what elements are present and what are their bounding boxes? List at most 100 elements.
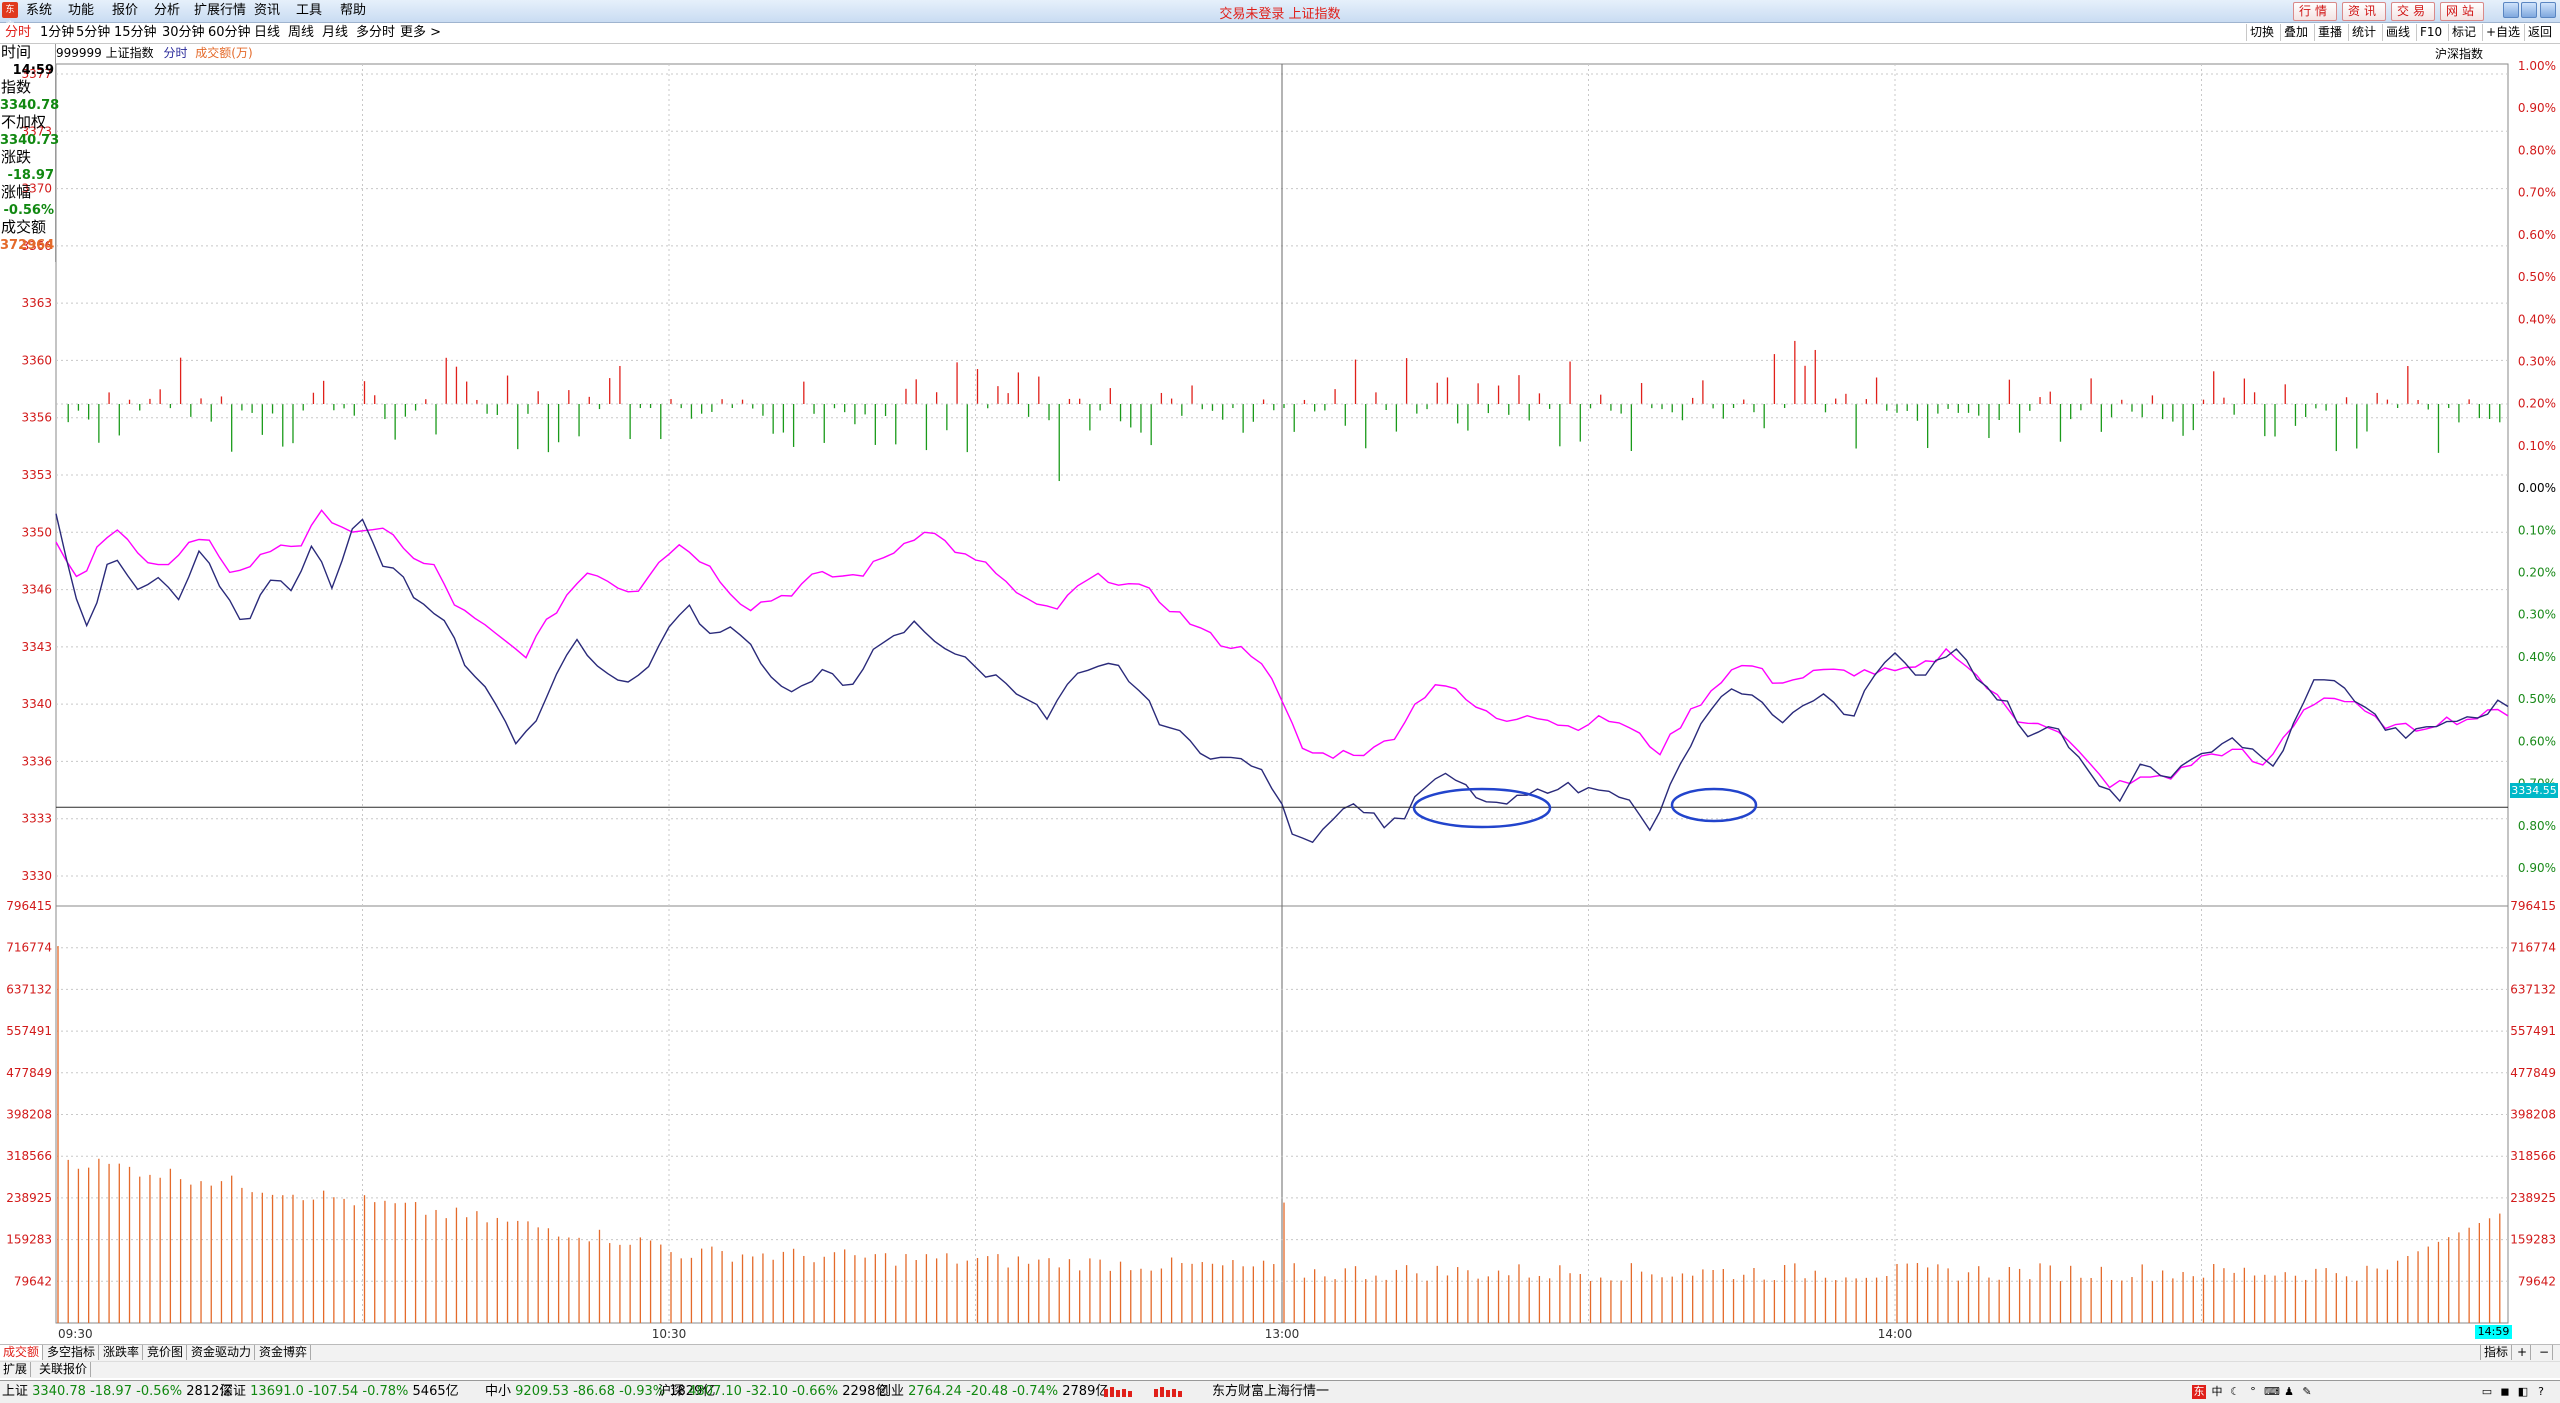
time-axis-label: 09:30 xyxy=(58,1327,93,1341)
zoom-in-button[interactable]: + xyxy=(2514,1345,2532,1360)
volume-tick-label-left: 238925 xyxy=(6,1191,52,1205)
volume-tick-label-right: 398208 xyxy=(2510,1108,2556,1122)
volume-tick-label-left: 398208 xyxy=(6,1108,52,1122)
change-label: 涨跌 xyxy=(1,148,32,166)
pct-tick-label: 0.90% xyxy=(2518,101,2556,115)
pct-tick-label: 0.20% xyxy=(2518,397,2556,411)
time-label: 时间 xyxy=(1,43,32,61)
volume-tick-label-left: 477849 xyxy=(6,1066,52,1080)
price-tick-label: 3333 xyxy=(21,812,52,826)
layout-icon[interactable]: ▭ xyxy=(2480,1385,2494,1399)
ime-icon[interactable]: 中 xyxy=(2210,1385,2224,1399)
volume-tick-label-left: 716774 xyxy=(6,941,52,955)
tab-long-short[interactable]: 多空指标 xyxy=(44,1345,100,1360)
time-axis-label: 13:00 xyxy=(1265,1327,1300,1341)
market-index-selector[interactable]: 沪深指数 xyxy=(2435,45,2483,62)
pct-tick-label: 0.20% xyxy=(2518,566,2556,580)
volume-tick-label-left: 557491 xyxy=(6,1024,52,1038)
tab-fund-game[interactable]: 资金博弈 xyxy=(256,1345,312,1360)
moon-icon[interactable]: ☾ xyxy=(2228,1385,2242,1399)
unweighted-label: 不加权 xyxy=(1,113,47,131)
price-tick-label: 3350 xyxy=(21,525,52,539)
time-value: 14:59 xyxy=(12,63,54,78)
pct-tick-label: 0.50% xyxy=(2518,270,2556,284)
pct-change-label: 涨幅 xyxy=(1,183,32,201)
price-tick-label: 3340 xyxy=(21,697,52,711)
volume-tick-label-right: 477849 xyxy=(2510,1066,2556,1080)
indicator-button[interactable]: 指标 xyxy=(2480,1345,2513,1360)
zoom-out-button[interactable]: − xyxy=(2536,1345,2554,1360)
volume-tick-label-right: 637132 xyxy=(2510,982,2556,996)
intraday-chart: 3377337333703366336333603356335333503346… xyxy=(6,59,2556,1341)
annotation-circle xyxy=(1670,787,1758,823)
volume-tick-label-left: 318566 xyxy=(6,1149,52,1163)
pct-tick-label: 0.50% xyxy=(2518,692,2556,706)
symbol-name: 999999 上证指数 xyxy=(56,46,154,60)
price-tick-label: 3363 xyxy=(21,296,52,310)
index-label: 指数 xyxy=(1,78,32,96)
price-tick-label: 3343 xyxy=(21,640,52,654)
pct-tick-label: 0.60% xyxy=(2518,228,2556,242)
window-controls-tray: ▭ ◼ ◧? xyxy=(2480,1382,2552,1402)
amount-value: 372964 xyxy=(0,238,55,253)
price-tick-label: 3336 xyxy=(21,754,52,768)
current-price-marker: 3334.55 xyxy=(2510,783,2558,798)
volume-tick-label-left: 637132 xyxy=(6,982,52,996)
tab-fund-drive[interactable]: 资金驱动力 xyxy=(188,1345,256,1360)
pct-change-value: -0.56% xyxy=(3,203,55,218)
status-hs300-index[interactable]: 沪深 4807.10 -32.10 -0.66% 2298亿 xyxy=(658,1382,888,1402)
amount-label: 成交额 xyxy=(1,218,47,236)
price-tick-label: 3356 xyxy=(21,411,52,425)
tab-related-quotes[interactable]: 关联报价 xyxy=(36,1362,92,1377)
status-sh-index[interactable]: 上证 3340.78 -18.97 -0.56% 2812亿 xyxy=(2,1382,232,1402)
chart-header: 999999 上证指数 分时 成交额(万) xyxy=(56,45,253,61)
market-breadth-icon xyxy=(1102,1382,1202,1402)
keyboard-icon[interactable]: ⌨ xyxy=(2264,1385,2280,1399)
user-icon[interactable]: ♟ xyxy=(2282,1385,2296,1399)
time-axis-label: 10:30 xyxy=(652,1327,687,1341)
app-tray-icon[interactable]: 东 xyxy=(2192,1384,2206,1399)
pct-tick-label: 0.40% xyxy=(2518,650,2556,664)
status-chinext-index[interactable]: 创业 2764.24 -20.48 -0.74% 2789亿 xyxy=(878,1382,1108,1402)
volume-tick-label-right: 716774 xyxy=(2510,941,2556,955)
system-tray: 东中 ☾ ° ⌨ ♟ ✎ xyxy=(2192,1382,2318,1402)
volume-tick-label-right: 796415 xyxy=(2510,899,2556,913)
volume-tick-label-right: 238925 xyxy=(2510,1191,2556,1205)
price-tick-label: 3360 xyxy=(21,353,52,367)
pct-tick-label: 0.80% xyxy=(2518,819,2556,833)
volume-tick-label-right: 79642 xyxy=(2518,1274,2556,1288)
skin-icon[interactable]: ◼ xyxy=(2498,1385,2512,1399)
annotation-circle xyxy=(1412,787,1552,829)
chart-mode: 分时 xyxy=(163,46,188,60)
pct-tick-label: 0.30% xyxy=(2518,354,2556,368)
punctuation-icon[interactable]: ° xyxy=(2246,1385,2260,1399)
pct-tick-label: 0.60% xyxy=(2518,734,2556,748)
indicator-tabs: 成交额 多空指标 涨跌率 竞价图 资金驱动力 资金博弈 指标 + − xyxy=(0,1344,2560,1361)
market-status-bar: 上证 3340.78 -18.97 -0.56% 2812亿 深证 13691.… xyxy=(0,1380,2560,1403)
volume-tick-label-left: 796415 xyxy=(6,899,52,913)
tab-advance-ratio[interactable]: 涨跌率 xyxy=(100,1345,144,1360)
ticker-text[interactable]: 东方财富上海行情一 xyxy=(1212,1382,1329,1402)
unweighted-value: 3340.73 xyxy=(0,133,60,148)
volume-tick-label-left: 79642 xyxy=(14,1274,52,1288)
pct-tick-label: 0.40% xyxy=(2518,312,2556,326)
price-tick-label: 3346 xyxy=(21,583,52,597)
tab-extension[interactable]: 扩展 xyxy=(0,1362,32,1377)
volume-tick-label-right: 318566 xyxy=(2510,1149,2556,1163)
volume-tick-label-left: 159283 xyxy=(6,1233,52,1247)
index-value: 3340.78 xyxy=(0,98,60,113)
volume-tick-label-right: 557491 xyxy=(2510,1024,2556,1038)
tab-auction-chart[interactable]: 竞价图 xyxy=(144,1345,188,1360)
time-axis-label: 14:00 xyxy=(1878,1327,1913,1341)
quote-info-panel: 时间 14:59 指数 3340.78 不加权 3340.73 涨跌 -18.9… xyxy=(0,43,60,262)
pct-tick-label: 0.10% xyxy=(2518,439,2556,453)
price-tick-label: 3330 xyxy=(21,869,52,883)
volume-indicator-name: 成交额(万) xyxy=(195,46,253,60)
settings-icon[interactable]: ✎ xyxy=(2300,1385,2314,1399)
tab-amount[interactable]: 成交额 xyxy=(0,1345,44,1360)
extension-tabs: 扩展 关联报价 xyxy=(0,1361,2560,1378)
tile-icon[interactable]: ◧ xyxy=(2516,1385,2530,1399)
status-sz-index[interactable]: 深证 13691.0 -107.54 -0.78% 5465亿 xyxy=(220,1382,459,1402)
help-icon[interactable]: ? xyxy=(2534,1385,2548,1399)
price-tick-label: 3353 xyxy=(21,468,52,482)
